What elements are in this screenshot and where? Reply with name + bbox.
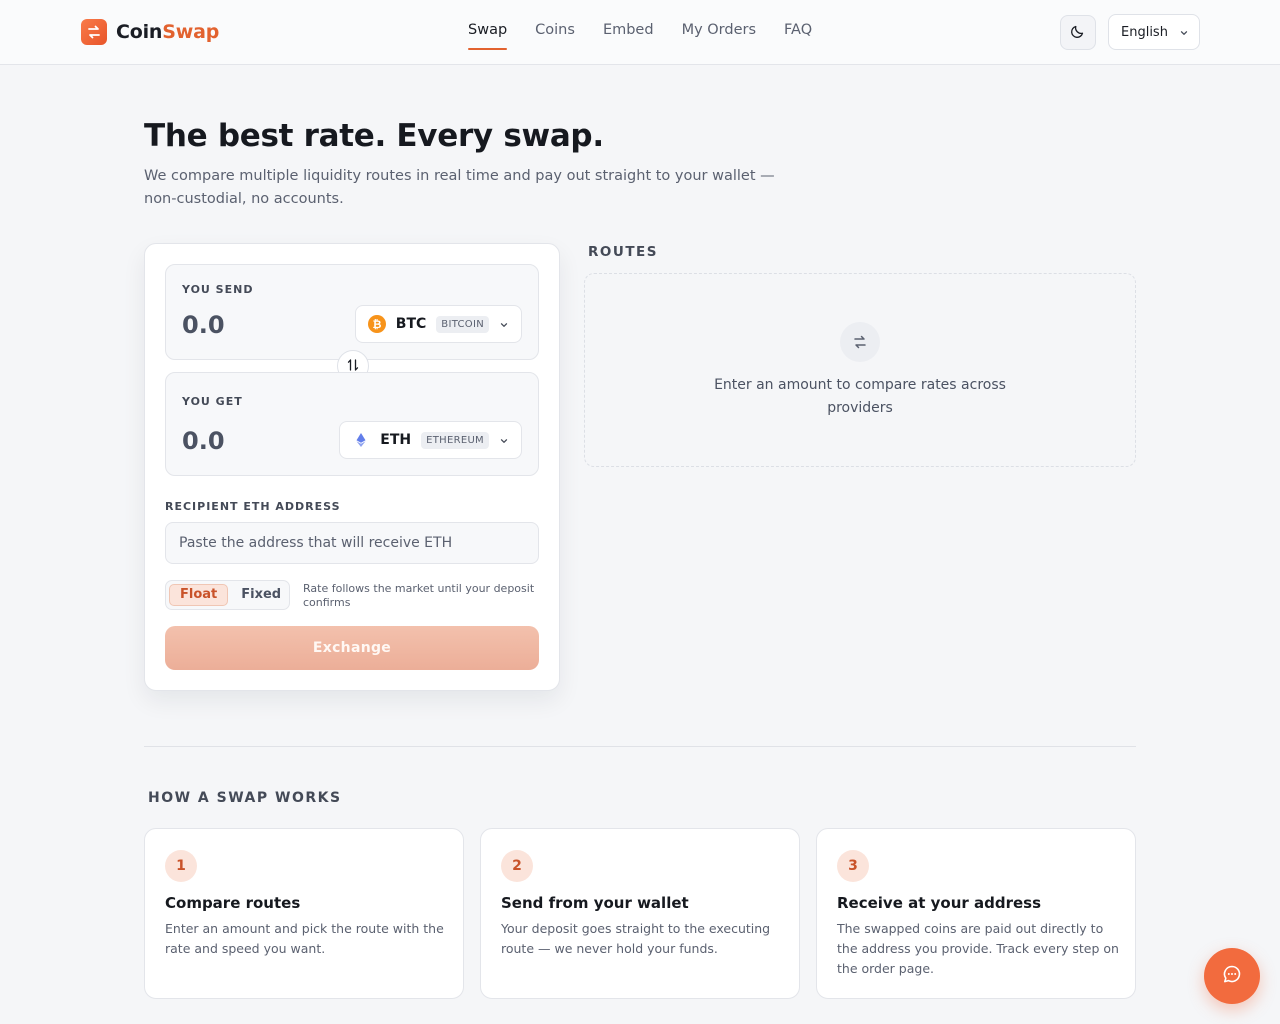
routes-empty-message: Enter an amount to compare rates across … — [714, 377, 1006, 416]
swap-card: YOU SEND 0.0 ₿ BTC BITCOIN YOU GET 0.0 E… — [144, 243, 560, 691]
send-amount-input[interactable]: 0.0 — [182, 311, 225, 339]
step-title: Send from your wallet — [501, 894, 689, 912]
recipient-address-input[interactable] — [165, 522, 539, 564]
get-coin-ticker: ETH — [380, 432, 412, 448]
page-subtitle: We compare multiple liquidity routes in … — [144, 168, 775, 207]
get-amount-value: 0.0 — [182, 427, 225, 455]
step-number: 1 — [165, 850, 197, 882]
send-coin-ticker: BTC — [395, 316, 427, 332]
moon-icon — [1070, 23, 1086, 43]
swap-arrows-icon — [81, 19, 107, 45]
nav-item-faq[interactable]: FAQ — [784, 22, 812, 52]
logo-text-coin: Coin — [116, 21, 163, 43]
nav-item-coins[interactable]: Coins — [535, 22, 575, 52]
step-description: Enter an amount and pick the route with … — [165, 921, 444, 956]
send-coin-select[interactable]: ₿ BTC BITCOIN — [354, 305, 522, 343]
chevron-down-icon — [499, 431, 509, 450]
send-amount-box: YOU SEND 0.0 ₿ BTC BITCOIN — [165, 264, 539, 360]
send-coin-name: BITCOIN — [436, 315, 489, 333]
bitcoin-icon: ₿ — [367, 315, 386, 333]
section-divider — [144, 746, 1136, 747]
chevron-down-icon — [1179, 27, 1189, 42]
routes-empty-state: Enter an amount to compare rates across … — [584, 273, 1136, 467]
send-label: YOU SEND — [182, 283, 254, 296]
logo[interactable]: CoinSwap — [81, 19, 219, 45]
swap-arrows-icon — [840, 322, 880, 362]
rate-option-float[interactable]: Float — [169, 584, 229, 606]
step-card-3: 3 Receive at your address The swapped co… — [816, 828, 1136, 999]
logo-text: CoinSwap — [116, 21, 219, 43]
rate-option-fixed[interactable]: Fixed — [231, 584, 291, 606]
step-card-1: 1 Compare routes Enter an amount and pic… — [144, 828, 464, 999]
theme-toggle-button[interactable] — [1060, 15, 1096, 50]
get-label: YOU GET — [182, 395, 243, 408]
rate-hint: Rate follows the market until your depos… — [303, 582, 535, 609]
rate-type-toggle: Float Fixed — [165, 580, 290, 610]
chevron-down-icon — [499, 315, 509, 334]
page-title: The best rate. Every swap. — [144, 118, 604, 154]
step-title: Receive at your address — [837, 894, 1042, 912]
main-nav: Swap Coins Embed My Orders FAQ — [468, 22, 840, 52]
nav-item-my-orders[interactable]: My Orders — [682, 22, 756, 52]
how-it-works-title: HOW A SWAP WORKS — [148, 790, 342, 806]
svg-text:₿: ₿ — [372, 318, 381, 330]
get-amount-box: YOU GET 0.0 ETH ETHEREUM — [165, 372, 539, 476]
step-description: The swapped coins are paid out directly … — [837, 921, 1119, 976]
top-header: CoinSwap Swap Coins Embed My Orders FAQ … — [0, 0, 1280, 65]
ethereum-icon — [352, 431, 370, 449]
language-label: English — [1121, 24, 1168, 40]
exchange-button[interactable]: Exchange — [165, 626, 539, 670]
chat-support-button[interactable] — [1204, 948, 1260, 1004]
routes-title: ROUTES — [588, 244, 658, 260]
step-title: Compare routes — [165, 894, 301, 912]
step-number: 2 — [501, 850, 533, 882]
nav-item-embed[interactable]: Embed — [603, 22, 654, 52]
chat-bubble-icon — [1221, 963, 1243, 989]
recipient-label: RECIPIENT ETH ADDRESS — [165, 500, 341, 513]
get-coin-name: ETHEREUM — [421, 431, 489, 449]
nav-item-swap[interactable]: Swap — [468, 22, 508, 52]
language-select[interactable]: English — [1108, 14, 1200, 50]
step-description: Your deposit goes straight to the execut… — [501, 921, 771, 956]
get-coin-select[interactable]: ETH ETHEREUM — [339, 421, 522, 459]
logo-text-swap: Swap — [162, 21, 220, 43]
step-card-2: 2 Send from your wallet Your deposit goe… — [480, 828, 800, 999]
step-number: 3 — [837, 850, 869, 882]
